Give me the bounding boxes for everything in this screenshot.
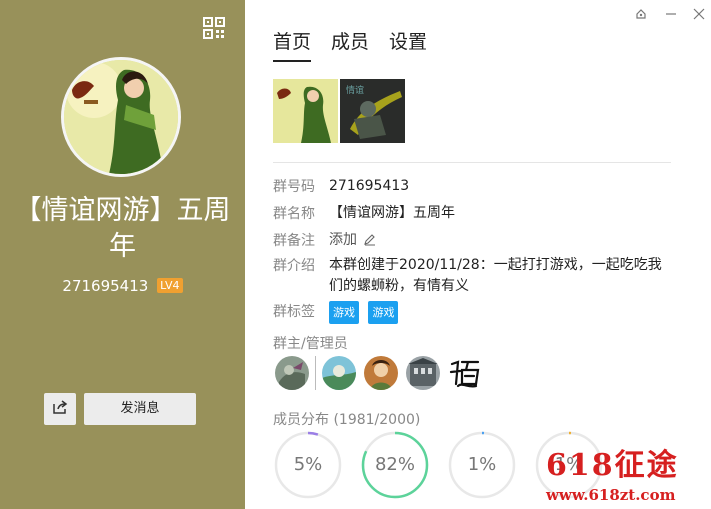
distribution-ring[interactable]: 5% [273, 430, 343, 500]
group-name-value: 【情谊网游】五周年 [329, 205, 455, 221]
group-name-info-row: 群名称 【情谊网游】五周年 [273, 203, 455, 224]
send-message-button[interactable]: 发消息 [84, 393, 196, 425]
tab-home[interactable]: 首页 [273, 27, 312, 62]
admin-avatar[interactable] [322, 356, 356, 390]
level-badge: LV4 [157, 278, 183, 293]
pin-icon[interactable] [633, 8, 649, 24]
minimize-icon[interactable] [663, 8, 679, 24]
distribution-ring[interactable]: 82% [360, 430, 430, 500]
group-id-row: 271695413 LV4 [0, 277, 245, 295]
watermark-text: 618征途 [546, 448, 679, 483]
photo-thumbnail[interactable]: 情谊 [340, 79, 405, 143]
group-id-text: 271695413 [62, 277, 149, 295]
group-intro-info-row: 群介绍 本群创建于2020/11/28：一起打打游戏，一起吃吃我们的螺蛳粉，有情… [273, 255, 669, 297]
admin-avatar[interactable] [275, 356, 309, 390]
group-tags-label: 群标签 [273, 304, 315, 320]
group-tag[interactable]: 游戏 [368, 301, 399, 324]
share-button[interactable] [44, 393, 76, 425]
admins-title: 群主/管理员 [273, 336, 348, 352]
group-id-label: 群号码 [273, 179, 315, 195]
group-tag[interactable]: 游戏 [329, 301, 359, 324]
group-id-info-row: 群号码 271695413 [273, 176, 409, 197]
admin-list [275, 356, 490, 390]
group-avatar[interactable] [61, 57, 181, 177]
group-intro-label: 群介绍 [273, 258, 315, 274]
site-watermark: 618征途 www.618zt.com [546, 440, 706, 506]
svg-text:情谊: 情谊 [346, 84, 364, 96]
group-name-label: 群名称 [273, 206, 315, 222]
group-profile-panel: 【情谊网游】五周年 271695413 LV4 发消息 [0, 0, 245, 509]
ring-percent: 82% [374, 454, 415, 475]
member-distribution-title: 成员分布 (1981/2000) [273, 409, 420, 429]
distribution-title-text: 成员分布 [273, 412, 329, 428]
distribution-ring[interactable]: 1% [447, 430, 517, 500]
qr-code-icon[interactable] [203, 17, 225, 39]
tab-bar: 首页 成员 设置 [273, 27, 427, 62]
group-remark-label: 群备注 [273, 233, 315, 249]
admin-avatar[interactable] [406, 356, 440, 390]
pencil-icon [363, 232, 376, 253]
group-tags-info-row: 群标签 游戏 游戏 [273, 301, 403, 324]
share-icon [52, 399, 68, 419]
close-icon[interactable] [691, 8, 707, 24]
ring-percent: 5% [293, 454, 323, 475]
tab-settings[interactable]: 设置 [389, 27, 427, 62]
ring-percent: 1% [467, 454, 497, 475]
group-photos: 情谊 [273, 79, 405, 143]
owner-separator [315, 356, 316, 390]
add-remark-text: 添加 [329, 232, 357, 248]
photo-thumbnail[interactable] [273, 79, 338, 143]
tab-members[interactable]: 成员 [331, 27, 369, 62]
distribution-count: (1981/2000) [333, 412, 421, 428]
group-name-heading: 【情谊网游】五周年 [14, 195, 231, 262]
group-tags-list: 游戏 游戏 [329, 301, 403, 324]
admin-avatar[interactable] [448, 356, 482, 390]
group-id-value: 271695413 [329, 178, 410, 194]
add-remark-link[interactable]: 添加 [329, 230, 376, 253]
watermark-url: www.618zt.com [546, 486, 676, 504]
group-intro-value: 本群创建于2020/11/28：一起打打游戏，一起吃吃我们的螺蛳粉，有情有义 [329, 257, 662, 294]
group-remark-info-row: 群备注 添加 [273, 230, 376, 253]
admin-avatar[interactable] [364, 356, 398, 390]
section-divider [273, 162, 671, 163]
